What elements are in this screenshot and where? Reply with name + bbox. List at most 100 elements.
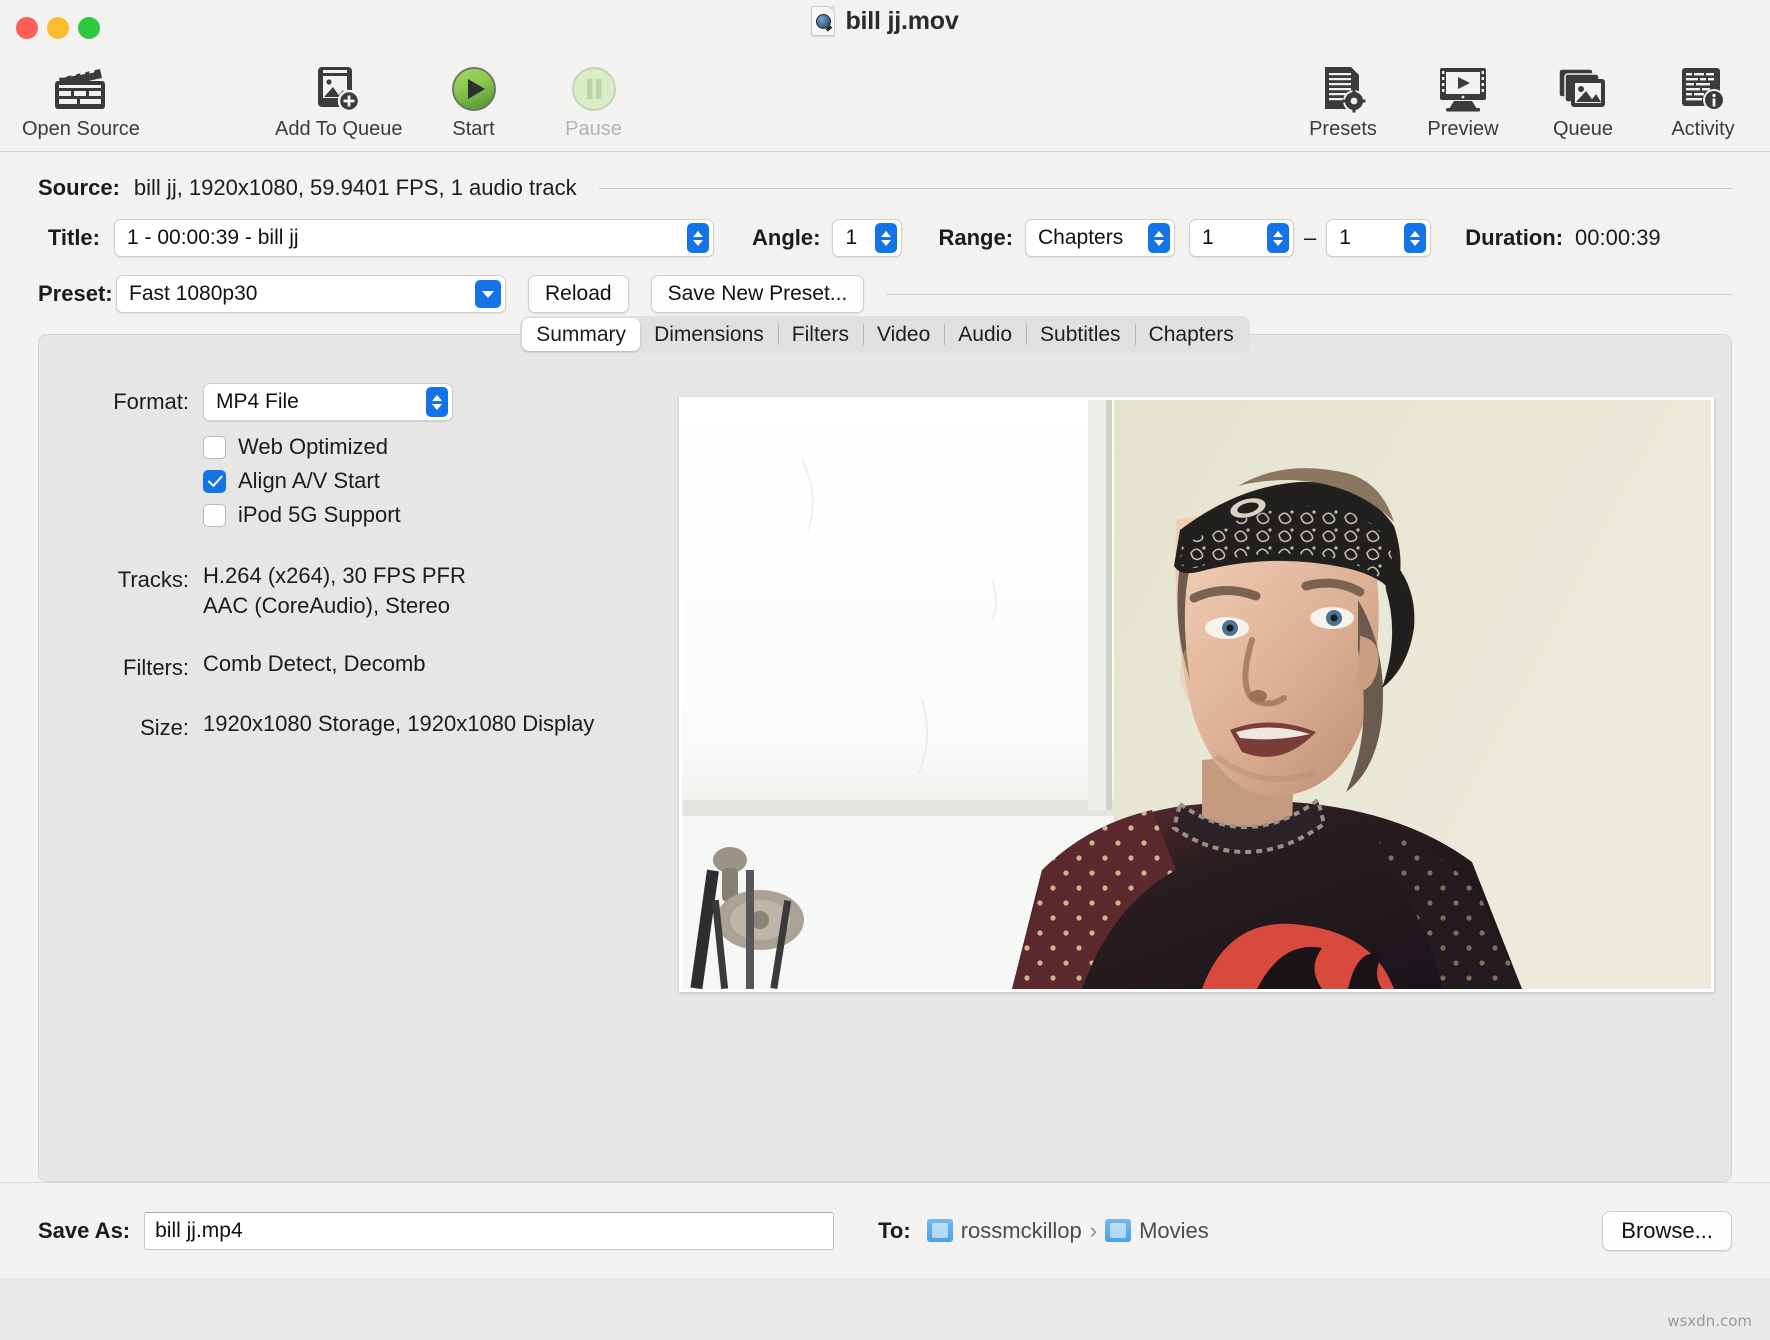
pause-button[interactable]: Pause [545,64,643,141]
preset-label: Preset: [38,281,113,306]
title-bar: bill jj.mov [0,0,1770,56]
chevron-down-icon[interactable] [475,280,501,308]
save-new-preset-button[interactable]: Save New Preset... [650,275,865,313]
browse-button[interactable]: Browse... [1602,1210,1732,1251]
save-as-label: Save As: [38,1217,131,1243]
filters-row: Filters: Comb Detect, Decomb [69,649,629,681]
web-optimized-checkbox-row[interactable]: Web Optimized [203,431,629,463]
filters-label: Filters: [123,655,189,680]
window-title-group: bill jj.mov [0,6,1770,36]
size-label: Size: [140,715,189,740]
tab-bar: Summary Dimensions Filters Video Audio S… [38,316,1732,353]
align-av-start-checkbox-row[interactable]: Align A/V Start [203,465,629,497]
reload-button[interactable]: Reload [528,275,629,313]
activity-button[interactable]: Activity [1654,64,1752,141]
preset-row: Preset: Fast 1080p30 Reload Save New Pre… [0,270,1770,318]
presets-gear-icon [1319,64,1367,114]
window-title: bill jj.mov [845,6,959,35]
pause-label: Pause [565,118,622,140]
summary-panel: Format: MP4 File Web Optimized Align A/V… [38,334,1732,1182]
source-row: Source: bill jj, 1920x1080, 59.9401 FPS,… [0,166,1770,210]
title-stepper-icon[interactable] [687,223,709,253]
preview-label: Preview [1427,118,1499,140]
save-as-input[interactable]: bill jj.mp4 [144,1211,835,1250]
movies-folder-icon [1105,1219,1132,1242]
tracks-audio-line: AAC (CoreAudio), Stereo [203,593,450,618]
range-start-value: 1 [1202,226,1214,249]
tab-chapters[interactable]: Chapters [1134,318,1248,351]
source-value: bill jj, 1920x1080, 59.9401 FPS, 1 audio… [133,175,577,200]
destination-path[interactable]: rossmckillop › Movies [926,1217,1209,1244]
tracks-values: H.264 (x264), 30 FPS PFR AAC (CoreAudio)… [203,561,466,621]
add-to-queue-button[interactable]: Add To Queue [275,64,403,141]
monitor-play-icon [1437,64,1489,114]
to-label: To: [878,1217,911,1243]
pause-circle-icon [569,64,619,114]
tab-video[interactable]: Video [862,318,944,351]
add-to-queue-label: Add To Queue [275,118,403,140]
preset-select[interactable]: Fast 1080p30 [116,275,506,313]
title-select-value: 1 - 00:00:39 - bill jj [127,226,299,249]
source-label: Source: [38,175,120,200]
start-button[interactable]: Start [425,64,523,141]
align-av-start-checkbox[interactable] [203,469,226,493]
tab-filters[interactable]: Filters [777,318,863,351]
range-end-stepper-icon[interactable] [1404,223,1427,253]
title-row: Title: 1 - 00:00:39 - bill jj Angle: 1 R… [0,214,1770,262]
title-label: Title: [47,225,100,250]
range-end-select[interactable]: 1 [1326,219,1432,257]
range-start-stepper-icon[interactable] [1267,223,1290,253]
source-divider [598,187,1732,189]
format-stepper-icon[interactable] [426,387,448,417]
clapperboard-icon [53,64,109,114]
presets-label: Presets [1309,118,1377,140]
tracks-label: Tracks: [117,567,189,592]
align-av-start-label: Align A/V Start [238,468,380,493]
queue-button[interactable]: Queue [1534,64,1632,141]
presets-button[interactable]: Presets [1294,64,1392,141]
tab-summary[interactable]: Summary [522,318,641,351]
ipod-5g-support-checkbox[interactable] [203,503,226,527]
title-select[interactable]: 1 - 00:00:39 - bill jj [114,219,714,257]
stacked-photos-icon [1557,64,1609,114]
path-folder-label: Movies [1139,1217,1209,1243]
size-row: Size: 1920x1080 Storage, 1920x1080 Displ… [69,709,629,741]
home-folder-icon [926,1219,953,1242]
toolbar: Open Source Add To Queue Start Pause Pre… [0,56,1770,152]
preview-button[interactable]: Preview [1414,64,1512,141]
size-value: 1920x1080 Storage, 1920x1080 Display [203,711,595,736]
tab-dimensions[interactable]: Dimensions [640,318,778,351]
settings-panel-wrap: Summary Dimensions Filters Video Audio S… [38,316,1732,1182]
handbrake-window: bill jj.mov Open Source Add To Queue Sta… [0,0,1770,1340]
preset-divider [886,293,1732,295]
play-circle-icon [449,64,499,114]
preview-frame-image [682,400,1711,989]
queue-label: Queue [1552,118,1614,140]
destination-bar: Save As: bill jj.mp4 To: rossmckillop › … [0,1182,1770,1278]
open-source-label: Open Source [22,118,140,140]
quicktime-movie-icon [811,6,836,36]
tab-audio[interactable]: Audio [944,318,1026,351]
filters-value: Comb Detect, Decomb [203,651,426,676]
format-select[interactable]: MP4 File [203,383,453,421]
open-source-button[interactable]: Open Source [22,64,140,141]
path-home-label: rossmckillop [960,1217,1082,1243]
duration-label: Duration: [1465,225,1564,250]
path-separator-icon: › [1089,1217,1098,1243]
tracks-video-line: H.264 (x264), 30 FPS PFR [203,563,466,588]
angle-stepper-icon[interactable] [875,223,898,253]
activity-info-icon [1679,64,1727,114]
range-type-stepper-icon[interactable] [1148,223,1171,253]
angle-select[interactable]: 1 [832,219,903,257]
start-label: Start [452,118,495,140]
ipod-5g-support-checkbox-row[interactable]: iPod 5G Support [203,499,629,531]
watermark: wsxdn.com [1667,1312,1752,1330]
format-options: Web Optimized Align A/V Start iPod 5G Su… [203,431,629,531]
activity-label: Activity [1671,118,1735,140]
preview-thumbnail[interactable] [679,397,1714,992]
range-start-select[interactable]: 1 [1189,219,1295,257]
web-optimized-label: Web Optimized [238,434,388,459]
tab-subtitles[interactable]: Subtitles [1026,318,1135,351]
web-optimized-checkbox[interactable] [203,435,226,459]
range-type-select[interactable]: Chapters [1025,219,1176,257]
